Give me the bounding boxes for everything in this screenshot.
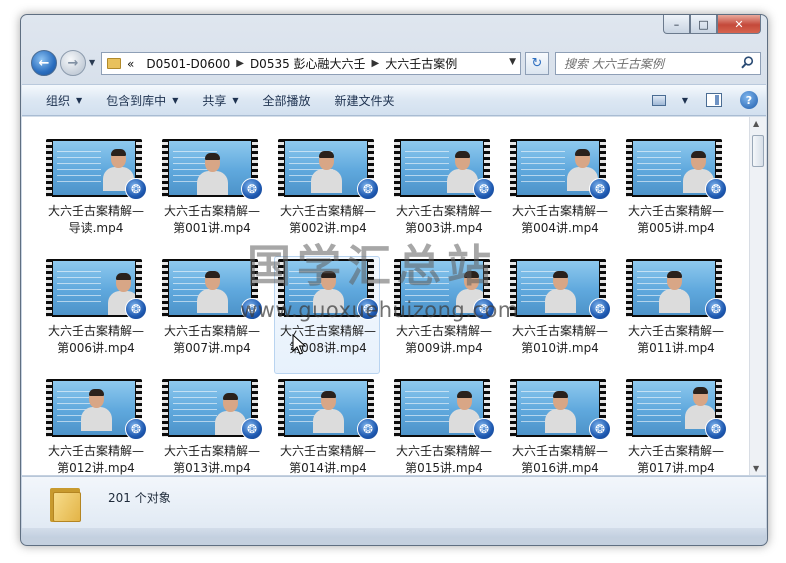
file-item[interactable]: ❂ 大六壬古案精解—第006讲.mp4	[42, 256, 148, 374]
file-name: 大六壬古案精解—第014讲.mp4	[279, 444, 376, 475]
preview-pane-icon[interactable]	[706, 93, 722, 107]
media-player-icon: ❂	[125, 298, 147, 320]
watermark-url: www.guoxuehuizong.com	[240, 298, 519, 322]
recent-pages-dropdown-icon[interactable]: ▼	[89, 58, 95, 67]
file-item[interactable]: ❂ 大六壬古案精解—第005讲.mp4	[622, 136, 728, 254]
file-item[interactable]: ❂ 大六壬古案精解—第012讲.mp4	[42, 376, 148, 475]
folder-icon	[50, 486, 82, 522]
file-list[interactable]: ❂ 大六壬古案精解—导读.mp4 ❂ 大六壬古案精解—第001讲.mp4 ❂ 大六壬古案精…	[22, 117, 766, 475]
media-player-icon: ❂	[473, 418, 495, 440]
scroll-thumb[interactable]	[752, 135, 764, 167]
file-name: 大六壬古案精解—第015讲.mp4	[395, 444, 492, 475]
file-item[interactable]: ❂ 大六壬古案精解—第015讲.mp4	[390, 376, 496, 475]
breadcrumb-arrow-icon[interactable]: ▶	[372, 58, 380, 69]
file-name: 大六壬古案精解—导读.mp4	[47, 204, 144, 235]
file-name: 大六壬古案精解—第004讲.mp4	[511, 204, 608, 235]
file-name: 大六壬古案精解—第012讲.mp4	[47, 444, 144, 475]
forward-button[interactable]: →	[60, 50, 86, 76]
share-label: 共享	[202, 93, 227, 108]
scroll-down-icon[interactable]: ▼	[753, 464, 759, 473]
file-item[interactable]: ❂ 大六壬古案精解—第013讲.mp4	[158, 376, 264, 475]
media-player-icon: ❂	[357, 418, 379, 440]
file-name: 大六壬古案精解—第006讲.mp4	[47, 324, 144, 355]
file-name: 大六壬古案精解—第007讲.mp4	[163, 324, 260, 355]
file-item[interactable]: ❂ 大六壬古案精解—导读.mp4	[42, 136, 148, 254]
media-player-icon: ❂	[705, 418, 727, 440]
refresh-button[interactable]: ↻	[525, 52, 549, 75]
media-player-icon: ❂	[589, 298, 611, 320]
breadcrumb-item[interactable]: D0535 彭心融大六壬	[250, 55, 366, 72]
play-all-button[interactable]: 全部播放	[263, 92, 311, 109]
include-in-library-label: 包含到库中	[106, 93, 167, 108]
file-item[interactable]: ❂ 大六壬古案精解—第017讲.mp4	[622, 376, 728, 475]
media-player-icon: ❂	[241, 178, 263, 200]
breadcrumb-arrow-icon[interactable]: ▶	[236, 58, 244, 69]
include-in-library-menu[interactable]: 包含到库中 ▼	[106, 92, 178, 109]
new-folder-button[interactable]: 新建文件夹	[335, 92, 395, 109]
details-pane: 201 个对象	[22, 476, 766, 528]
navigation-row: ← → ▼ « D0501-D0600 ▶ D0535 彭心融大六壬 ▶ 大六壬…	[29, 49, 761, 79]
search-box[interactable]	[555, 52, 761, 75]
file-name: 大六壬古案精解—第016讲.mp4	[511, 444, 608, 475]
media-player-icon: ❂	[125, 178, 147, 200]
organize-label: 组织	[46, 93, 71, 108]
media-player-icon: ❂	[241, 418, 263, 440]
caption-buttons: – □ ✕	[663, 15, 761, 35]
view-options-dropdown-icon[interactable]: ▼	[682, 96, 688, 105]
breadcrumb-item[interactable]: 大六壬古案例	[385, 55, 457, 72]
organize-menu[interactable]: 组织 ▼	[46, 92, 82, 109]
close-button[interactable]: ✕	[717, 15, 761, 34]
file-item[interactable]: ❂ 大六壬古案精解—第004讲.mp4	[506, 136, 612, 254]
file-item[interactable]: ❂ 大六壬古案精解—第010讲.mp4	[506, 256, 612, 374]
play-all-label: 全部播放	[262, 93, 311, 108]
breadcrumb-item[interactable]: D0501-D0600	[146, 57, 230, 71]
file-name: 大六壬古案精解—第009讲.mp4	[395, 324, 492, 355]
watermark-title: 国学汇总站	[247, 241, 497, 292]
file-name: 大六壬古案精解—第005讲.mp4	[627, 204, 724, 235]
media-player-icon: ❂	[589, 178, 611, 200]
media-player-icon: ❂	[589, 418, 611, 440]
share-menu[interactable]: 共享 ▼	[202, 92, 238, 109]
media-player-icon: ❂	[705, 178, 727, 200]
search-icon[interactable]	[741, 56, 754, 73]
window-bottom-edge	[22, 528, 766, 538]
file-item[interactable]: ❂ 大六壬古案精解—第014讲.mp4	[274, 376, 380, 475]
minimize-button[interactable]: –	[663, 15, 690, 34]
toolbar-right-group: ▼ ?	[651, 91, 758, 109]
file-item[interactable]: ❂ 大六壬古案精解—第016讲.mp4	[506, 376, 612, 475]
help-icon[interactable]: ?	[740, 91, 758, 109]
scroll-up-icon[interactable]: ▲	[753, 119, 759, 128]
object-count: 201 个对象	[108, 491, 171, 505]
folder-icon	[107, 58, 121, 69]
media-player-icon: ❂	[357, 178, 379, 200]
address-bar[interactable]: « D0501-D0600 ▶ D0535 彭心融大六壬 ▶ 大六壬古案例 ▼	[101, 52, 521, 75]
media-player-icon: ❂	[473, 178, 495, 200]
back-button[interactable]: ←	[31, 50, 57, 76]
chevron-down-icon: ▼	[76, 95, 83, 105]
media-player-icon: ❂	[705, 298, 727, 320]
address-dropdown-icon[interactable]: ▼	[509, 57, 516, 67]
chevron-down-icon: ▼	[232, 95, 239, 105]
file-item[interactable]: ❂ 大六壬古案精解—第011讲.mp4	[622, 256, 728, 374]
breadcrumb-overflow[interactable]: «	[127, 57, 134, 71]
file-name: 大六壬古案精解—第010讲.mp4	[511, 324, 608, 355]
file-name: 大六壬古案精解—第011讲.mp4	[627, 324, 724, 355]
new-folder-label: 新建文件夹	[334, 93, 395, 108]
chevron-down-icon: ▼	[172, 95, 179, 105]
file-name: 大六壬古案精解—第013讲.mp4	[163, 444, 260, 475]
maximize-button[interactable]: □	[690, 15, 717, 34]
file-name: 大六壬古案精解—第017讲.mp4	[627, 444, 724, 475]
command-bar: 组织 ▼ 包含到库中 ▼ 共享 ▼ 全部播放 新建文件夹 ▼ ?	[22, 84, 766, 116]
media-player-icon: ❂	[125, 418, 147, 440]
vertical-scrollbar[interactable]: ▲ ▼	[749, 117, 766, 475]
change-view-icon[interactable]	[651, 94, 666, 106]
search-input[interactable]	[564, 56, 734, 71]
